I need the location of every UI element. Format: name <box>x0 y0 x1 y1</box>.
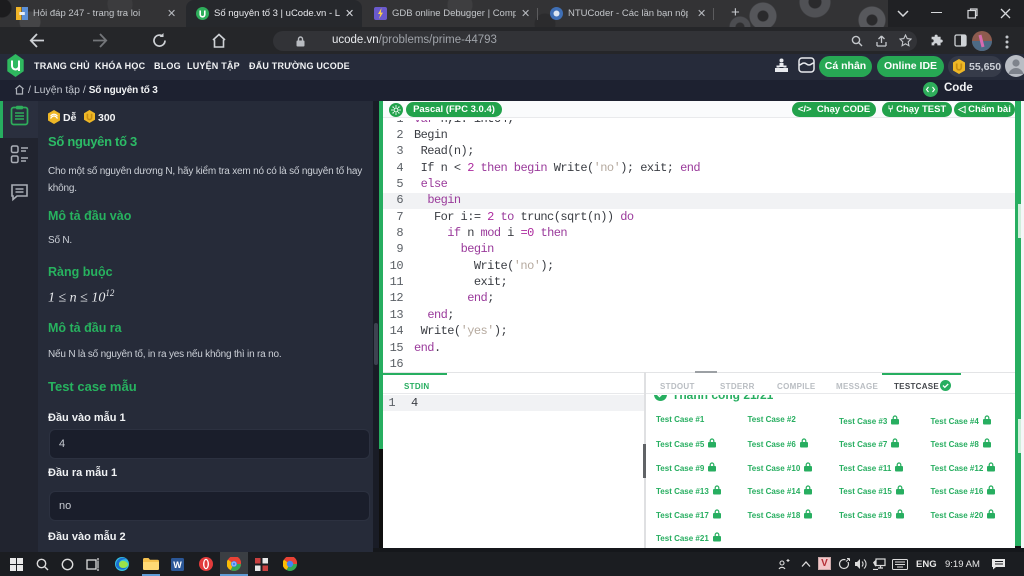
svg-text:W: W <box>173 560 182 570</box>
